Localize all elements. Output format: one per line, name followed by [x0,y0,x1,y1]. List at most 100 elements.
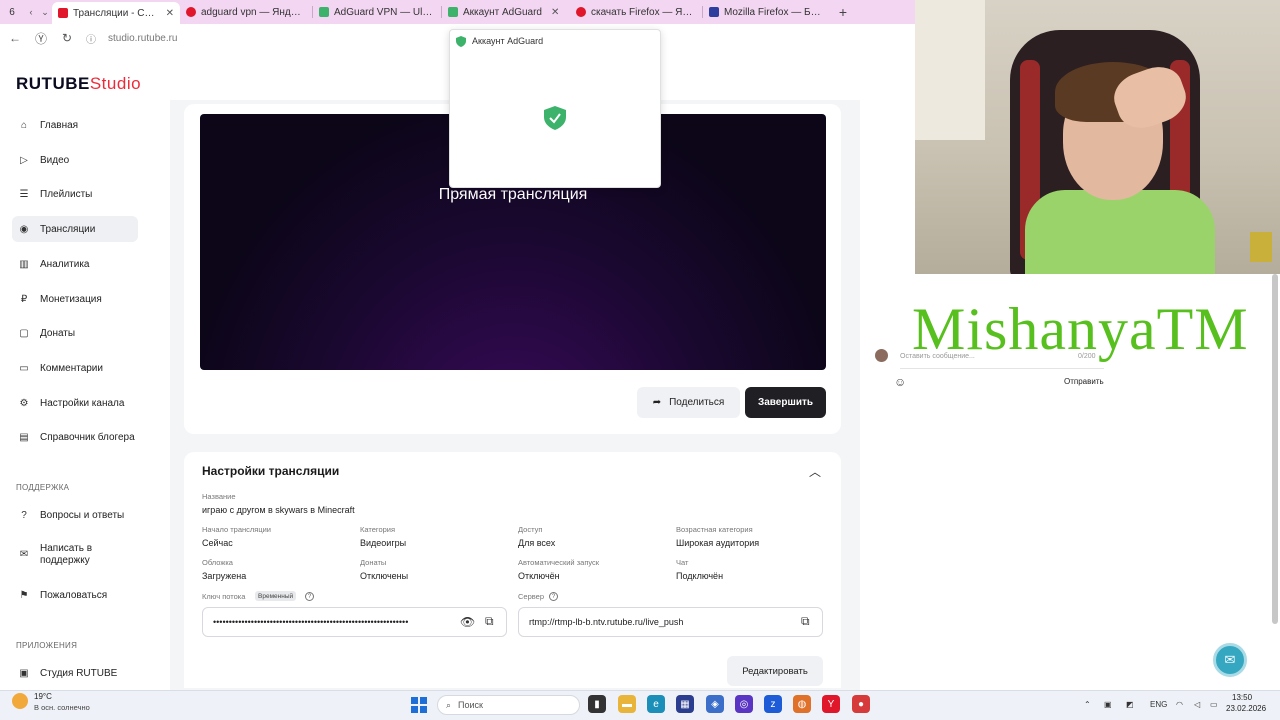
sidebar-item-monetization[interactable]: ₽ Монетизация [12,286,138,312]
edge-browser-icon[interactable]: e [647,695,665,713]
sidebar-item-playlists[interactable]: ☰ Плейлисты [12,181,138,207]
player-title: Прямая трансляция [438,186,588,203]
emoji-icon[interactable]: ☺ [894,375,906,389]
sidebar-item-studio-app[interactable]: ▣ Студия RUTUBE [12,660,138,686]
close-icon[interactable]: ✕ [166,8,174,19]
donates-value: Отключены [360,571,409,581]
sidebar-item-blogger-guide[interactable]: ▤ Справочник блогера [12,424,138,450]
adguard-favicon-icon [319,7,329,17]
help-icon[interactable]: ? [305,592,314,601]
tab-adguard-vpn-search[interactable]: adguard vpn — Яндекс:н [180,2,312,22]
yandex-browser-icon[interactable]: Y [822,695,840,713]
site-info-icon[interactable]: ⓘ [86,31,96,46]
broadcast-settings-card [184,452,841,688]
sidebar-item-label: Написать в поддержку [40,542,93,567]
finish-broadcast-button[interactable]: Завершить [745,387,826,418]
sidebar-item-channel-settings[interactable]: ⚙ Настройки канала [12,390,138,416]
back-arrow-icon[interactable]: ← [8,31,22,45]
playlist-icon: ☰ [19,188,29,200]
sidebar-item-donates[interactable]: ▢ Донаты [12,320,138,346]
url-field[interactable]: studio.rutube.ru [108,33,178,44]
logo-studio-text: Studio [89,74,142,93]
stream-key-label: Ключ потока [202,592,246,601]
wifi-icon[interactable]: ◠ [1176,700,1183,709]
clock-date[interactable]: 23.02.2026 [1226,704,1266,713]
yandex-favicon-icon [576,7,586,17]
sidebar-item-contact-support[interactable]: ✉ Написать в поддержку [12,541,138,569]
support-chat-icon[interactable]: ✉ [1213,643,1247,677]
sidebar-item-faq[interactable]: ? Вопросы и ответы [12,502,138,528]
chevron-down-icon[interactable]: ⌄ [38,0,52,24]
store-icon[interactable]: ▦ [676,695,694,713]
file-explorer-icon[interactable]: ▬ [618,695,636,713]
sidebar-item-label: Плейлисты [40,188,93,200]
copy-icon[interactable]: ⧉ [801,614,810,629]
share-button[interactable]: ➦ Поделиться [637,387,740,418]
clock-time[interactable]: 13:50 [1232,693,1252,702]
chevron-left-icon[interactable]: ‹ [24,0,38,24]
sidebar-item-label: Трансляции [40,223,96,235]
tray-app-icon[interactable]: ▣ [1104,700,1112,709]
tab-firefox-search[interactable]: скачать Firefox — Яндекс: [570,2,702,22]
tray-app-icon[interactable]: ◩ [1126,700,1134,709]
close-icon[interactable]: ✕ [551,7,559,18]
rutube-favicon-icon [58,8,68,18]
task-view-icon[interactable]: ▮ [588,695,606,713]
chat-send-button[interactable]: Отправить [1064,377,1104,386]
tab-adguard-vpn[interactable]: AdGuard VPN — Ultimate I [313,2,441,22]
sidebar-item-report[interactable]: ⚑ Пожаловаться [12,582,138,608]
scrollbar[interactable] [1272,274,1278,624]
cover-value: Загружена [202,571,247,581]
sidebar-item-analytics[interactable]: ▥ Аналитика [12,251,138,277]
yandex-button-icon[interactable]: Ⓨ [34,30,48,47]
sidebar-item-broadcasts[interactable]: ◉ Трансляции [12,216,138,242]
apps-heading: ПРИЛОЖЕНИЯ [16,641,78,650]
age-label: Возрастная категория [676,525,753,534]
app-icon[interactable]: ◈ [706,695,724,713]
edit-button[interactable]: Редактировать [727,656,823,686]
tab-title: AdGuard VPN — Ultimate I [334,6,435,18]
copy-icon[interactable]: ⧉ [485,614,494,629]
webcam-background-object [1250,232,1272,262]
name-value: играю с другом в skywars в Minecraft [202,505,355,515]
language-indicator[interactable]: ENG [1150,700,1167,709]
eye-icon[interactable]: 👁 [460,615,475,629]
weather-description[interactable]: В осн. солнечно [34,703,90,712]
yandex-favicon-icon [186,7,196,17]
app-icon[interactable]: ● [852,695,870,713]
stream-key-value: ••••••••••••••••••••••••••••••••••••••••… [213,617,409,627]
chat-value: Подключён [676,571,724,581]
help-icon[interactable]: ? [549,592,558,601]
taskbar-search[interactable]: ⌕ Поиск [437,695,580,715]
tab-rutube-broadcasts[interactable]: Трансляции - Студия R ✕ [52,2,180,24]
rutube-studio-logo[interactable]: RUTUBEStudio [16,74,141,94]
volume-icon[interactable]: ◁ [1194,700,1200,709]
weather-temperature[interactable]: 19°C [34,692,52,701]
windows-start-icon[interactable] [411,697,427,713]
access-label: Доступ [518,525,543,534]
firefox-icon[interactable]: ◍ [793,695,811,713]
streamer-watermark: MishanyaTM [912,296,1249,362]
sidebar-item-video[interactable]: ▷ Видео [12,147,138,173]
weather-sun-icon[interactable] [12,693,28,709]
sidebar-item-home[interactable]: ⌂ Главная [12,112,138,138]
zoom-icon[interactable]: z [764,695,782,713]
reload-icon[interactable]: ↻ [60,31,74,45]
firefox-favicon-icon [709,7,719,17]
server-field[interactable]: rtmp://rtmp-lb-b.ntv.rutube.ru/live_push [518,607,823,637]
chevron-up-icon[interactable]: ⌃ [1084,700,1091,709]
battery-icon[interactable]: ▭ [1210,700,1218,709]
tab-adguard-account[interactable]: Аккаунт AdGuard ✕ [442,2,570,22]
video-icon: ▷ [20,154,28,166]
sidebar-item-comments[interactable]: ▭ Комментарии [12,355,138,381]
tab-mozilla-firefox[interactable]: Mozilla Firefox — Бесплат [703,2,831,22]
share-arrow-icon: ➦ [652,397,662,408]
tab-count[interactable]: 6 [0,0,24,24]
webcam-background-window [915,0,985,140]
obs-icon[interactable]: ◎ [735,695,753,713]
tab-title: Mozilla Firefox — Бесплат [724,6,825,18]
tab-preview-popup[interactable]: Аккаунт AdGuard [449,29,661,188]
new-tab-plus-icon[interactable]: + [831,0,855,24]
chevron-up-icon[interactable]: ︿ [809,463,821,480]
sidebar-item-label: Пожаловаться [40,589,108,601]
